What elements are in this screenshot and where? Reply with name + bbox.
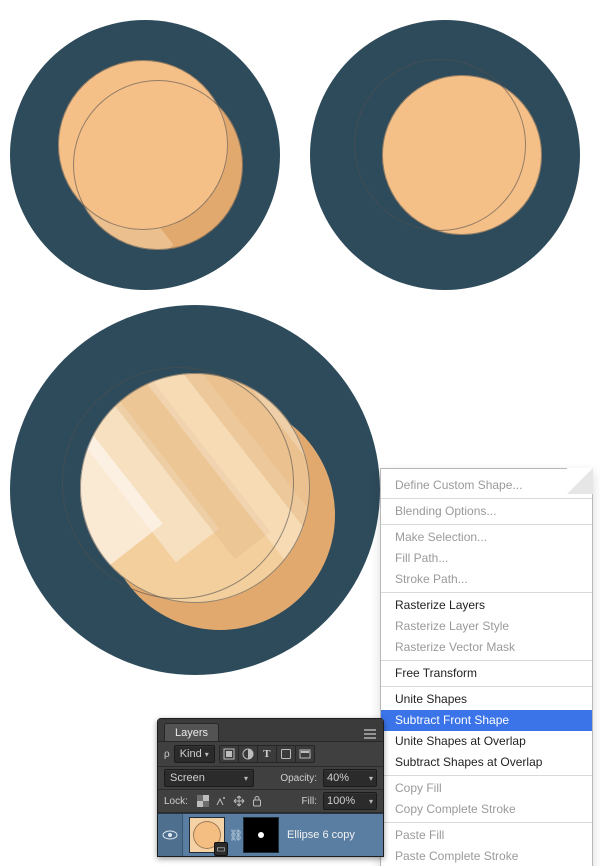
lock-all-icon[interactable] <box>248 793 266 809</box>
filter-type-icon[interactable]: T <box>257 745 277 763</box>
layer-row[interactable]: ▭ ⛓ Ellipse 6 copy <box>158 813 383 856</box>
filter-kind-dropdown[interactable]: Kind ▾ <box>174 745 215 763</box>
filter-kind-label: ρ <box>164 749 170 760</box>
ctx-paste-complete-stroke[interactable]: Paste Complete Stroke <box>381 846 592 866</box>
layers-tab[interactable]: Layers <box>164 723 219 741</box>
menu-separator <box>381 775 592 776</box>
opacity-input[interactable]: 40% ▾ <box>323 769 377 787</box>
lock-position-icon[interactable] <box>230 793 248 809</box>
ellipse-path-outline <box>80 373 310 603</box>
lock-transparent-icon[interactable] <box>194 793 212 809</box>
ctx-paste-fill[interactable]: Paste Fill <box>381 825 592 846</box>
lock-image-icon[interactable] <box>212 793 230 809</box>
chevron-down-icon: ▾ <box>369 774 373 783</box>
ctx-blending-options[interactable]: Blending Options... <box>381 501 592 522</box>
menu-separator <box>381 592 592 593</box>
ellipse-path-outline <box>382 75 542 235</box>
visibility-eye-icon[interactable] <box>158 814 183 856</box>
blend-mode-dropdown[interactable]: Screen ▾ <box>164 769 254 787</box>
menu-separator <box>381 660 592 661</box>
layers-filter-row: ρ Kind ▾ T <box>158 742 383 767</box>
demo-coin-top-right <box>310 20 580 290</box>
filter-kind-value: Kind <box>180 748 202 760</box>
ctx-rasterize-vector-mask[interactable]: Rasterize Vector Mask <box>381 637 592 658</box>
chevron-down-icon: ▾ <box>244 774 248 783</box>
layer-name[interactable]: Ellipse 6 copy <box>287 829 355 841</box>
layers-panel[interactable]: Layers ρ Kind ▾ T Screen ▾ <box>157 718 384 857</box>
lock-icons <box>194 793 266 809</box>
menu-separator <box>381 686 592 687</box>
menu-separator <box>381 524 592 525</box>
filter-pixel-icon[interactable] <box>219 745 239 763</box>
chevron-down-icon: ▾ <box>205 750 209 759</box>
filter-shape-icon[interactable] <box>276 745 296 763</box>
filter-smart-icon[interactable] <box>295 745 315 763</box>
layer-type-filter-buttons: T <box>219 745 315 763</box>
blend-mode-value: Screen <box>170 772 205 784</box>
lock-label: Lock: <box>164 796 188 807</box>
subtract-badge-icon: ▭ <box>214 842 228 856</box>
demo-coin-large <box>10 305 380 675</box>
fill-label: Fill: <box>301 796 317 807</box>
ctx-rasterize-layers[interactable]: Rasterize Layers <box>381 595 592 616</box>
menu-fold-corner <box>567 468 593 494</box>
blend-opacity-row: Screen ▾ Opacity: 40% ▾ <box>158 767 383 790</box>
ellipse-path-outline <box>73 80 243 250</box>
ctx-subtract-shapes-at-overlap[interactable]: Subtract Shapes at Overlap <box>381 752 592 773</box>
opacity-label: Opacity: <box>280 773 317 784</box>
ctx-unite-shapes[interactable]: Unite Shapes <box>381 689 592 710</box>
opacity-value: 40% <box>327 772 349 784</box>
ctx-rasterize-layer-style[interactable]: Rasterize Layer Style <box>381 616 592 637</box>
link-icon[interactable]: ⛓ <box>229 829 239 842</box>
ctx-copy-complete-stroke[interactable]: Copy Complete Stroke <box>381 799 592 820</box>
menu-separator <box>381 822 592 823</box>
ctx-fill-path[interactable]: Fill Path... <box>381 548 592 569</box>
fill-value: 100% <box>327 795 355 807</box>
ctx-unite-shapes-at-overlap[interactable]: Unite Shapes at Overlap <box>381 731 592 752</box>
fill-input[interactable]: 100% ▾ <box>323 792 377 810</box>
ctx-free-transform[interactable]: Free Transform <box>381 663 592 684</box>
vector-mask-thumbnail[interactable] <box>243 817 279 853</box>
ctx-subtract-front-shape[interactable]: Subtract Front Shape <box>381 710 592 731</box>
layer-thumbnail[interactable]: ▭ <box>189 817 225 853</box>
ctx-define-custom-shape[interactable]: Define Custom Shape... <box>381 475 592 496</box>
menu-separator <box>381 498 592 499</box>
filter-adjustment-icon[interactable] <box>238 745 258 763</box>
ctx-stroke-path[interactable]: Stroke Path... <box>381 569 592 590</box>
ctx-copy-fill[interactable]: Copy Fill <box>381 778 592 799</box>
context-menu: Define Custom Shape... Blending Options.… <box>380 468 593 866</box>
layers-tabbar: Layers <box>158 719 383 742</box>
chevron-down-icon: ▾ <box>369 797 373 806</box>
lock-fill-row: Lock: Fill: 100% ▾ <box>158 790 383 813</box>
demo-coin-top-left <box>10 20 280 290</box>
ctx-make-selection[interactable]: Make Selection... <box>381 527 592 548</box>
panel-menu-icon[interactable] <box>363 729 377 739</box>
